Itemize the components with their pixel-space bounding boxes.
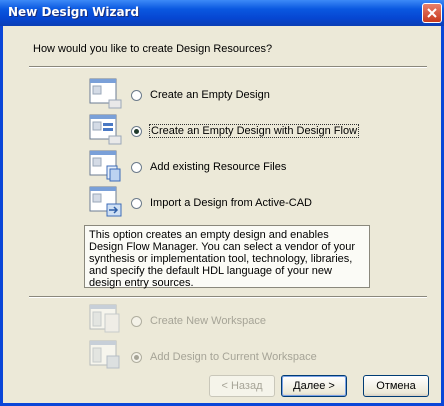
top-divider bbox=[29, 66, 427, 68]
radio-current-workspace[interactable] bbox=[131, 351, 142, 363]
option-resource-files-label: Add existing Resource Files bbox=[150, 161, 287, 173]
option-import-design-label: Import a Design from Active-CAD bbox=[150, 197, 312, 209]
empty-design-icon bbox=[89, 78, 122, 109]
cancel-button[interactable]: Отмена bbox=[363, 375, 429, 397]
radio-import-design[interactable] bbox=[131, 197, 142, 209]
wizard-prompt: How would you like to create Design Reso… bbox=[33, 43, 273, 55]
option-current-workspace-label: Add Design to Current Workspace bbox=[150, 351, 317, 363]
next-button[interactable]: Далее > bbox=[281, 375, 347, 397]
option-design-flow-label: Create an Empty Design with Design Flow bbox=[148, 124, 360, 138]
option-description: This option creates an empty design and … bbox=[84, 225, 370, 289]
option-design-flow[interactable]: Create an Empty Design with Design Flow bbox=[131, 123, 360, 139]
option-current-workspace[interactable]: Add Design to Current Workspace bbox=[131, 349, 317, 365]
resource-files-icon bbox=[89, 150, 121, 182]
current-workspace-icon bbox=[89, 340, 120, 369]
radio-empty-design[interactable] bbox=[131, 89, 142, 101]
radio-new-workspace[interactable] bbox=[131, 315, 142, 327]
design-flow-icon bbox=[89, 114, 122, 145]
middle-divider bbox=[29, 296, 427, 298]
radio-resource-files[interactable] bbox=[131, 161, 142, 173]
option-new-workspace[interactable]: Create New Workspace bbox=[131, 313, 266, 329]
option-empty-design[interactable]: Create an Empty Design bbox=[131, 87, 270, 103]
close-icon bbox=[427, 8, 437, 18]
option-empty-design-label: Create an Empty Design bbox=[150, 89, 270, 101]
window-title: New Design Wizard bbox=[8, 5, 140, 19]
option-resource-files[interactable]: Add existing Resource Files bbox=[131, 159, 286, 175]
radio-design-flow[interactable] bbox=[131, 125, 142, 137]
import-design-icon bbox=[89, 186, 122, 217]
option-new-workspace-label: Create New Workspace bbox=[150, 315, 266, 327]
new-workspace-icon bbox=[89, 304, 120, 333]
option-import-design[interactable]: Import a Design from Active-CAD bbox=[131, 195, 312, 211]
close-button[interactable] bbox=[422, 3, 442, 23]
new-design-wizard-dialog: New Design Wizard How would you like to … bbox=[0, 0, 444, 406]
back-button[interactable]: < Назад bbox=[209, 375, 275, 397]
title-bar[interactable]: New Design Wizard bbox=[0, 0, 444, 26]
